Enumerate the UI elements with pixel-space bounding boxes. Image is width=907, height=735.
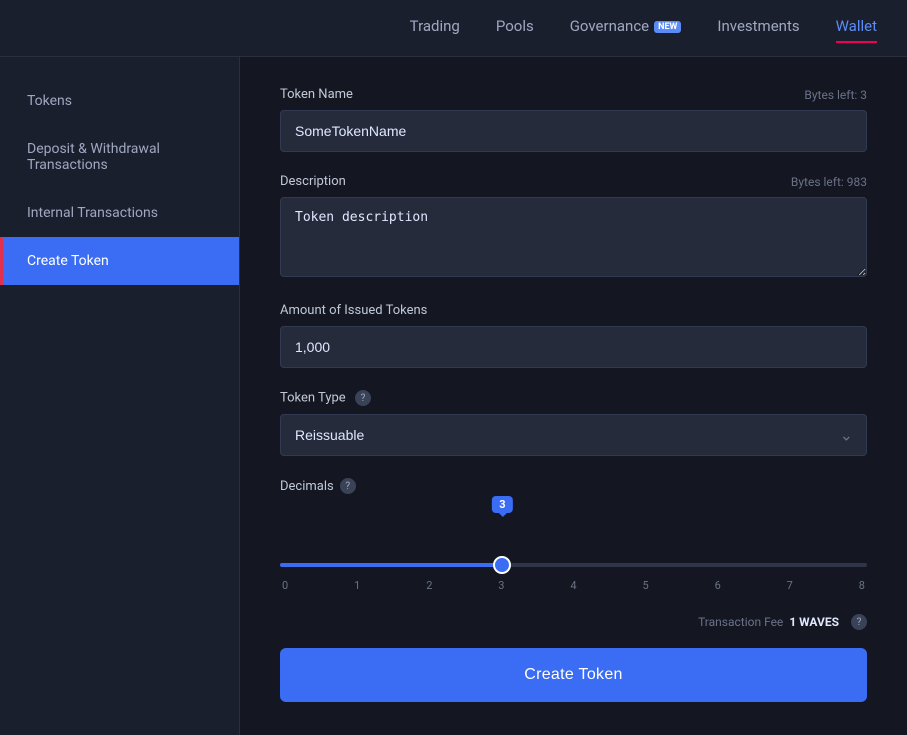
fee-label: Transaction Fee: [698, 615, 783, 629]
tick-1: 1: [354, 579, 360, 592]
token-name-bytes: Bytes left: 3: [804, 88, 867, 102]
nav-trading[interactable]: Trading: [410, 17, 460, 39]
decimals-label-row: Decimals ?: [280, 478, 867, 494]
sidebar-deposit-label: Deposit & WithdrawalTransactions: [27, 141, 160, 173]
slider-wrapper: 3: [280, 524, 867, 571]
token-type-header: Token Type ?: [280, 390, 867, 406]
tick-6: 6: [715, 579, 721, 592]
description-bytes: Bytes left: 983: [791, 175, 867, 189]
create-token-button[interactable]: Create Token: [280, 648, 867, 702]
sidebar: Tokens Deposit & WithdrawalTransactions …: [0, 57, 240, 735]
amount-group: Amount of Issued Tokens: [280, 303, 867, 368]
slider-value-bubble: 3: [492, 496, 512, 513]
decimals-group: Decimals ? 3 0 1 2 3 4 5 6 7: [280, 478, 867, 592]
sidebar-item-deposit-withdrawal[interactable]: Deposit & WithdrawalTransactions: [0, 125, 239, 189]
amount-input[interactable]: [280, 326, 867, 368]
nav-investments[interactable]: Investments: [717, 17, 799, 39]
tick-7: 7: [787, 579, 793, 592]
description-input[interactable]: Token description: [280, 197, 867, 277]
tick-3: 3: [498, 579, 504, 592]
sidebar-item-tokens[interactable]: Tokens: [0, 77, 239, 125]
tick-2: 2: [426, 579, 432, 592]
token-name-header: Token Name Bytes left: 3: [280, 87, 867, 102]
token-type-group: Token Type ? Reissuable Non-reissuable ⌄: [280, 390, 867, 456]
decimals-slider[interactable]: [280, 563, 867, 567]
description-group: Description Bytes left: 983 Token descri…: [280, 174, 867, 281]
sidebar-item-internal-transactions[interactable]: Internal Transactions: [0, 189, 239, 237]
nav-governance-label: Governance: [570, 17, 649, 35]
fee-amount: 1 WAVES: [789, 615, 839, 629]
tick-8: 8: [859, 579, 865, 592]
sidebar-item-create-token[interactable]: Create Token: [0, 237, 239, 285]
fee-row: Transaction Fee 1 WAVES ?: [280, 614, 867, 630]
fee-help-icon[interactable]: ?: [851, 614, 867, 630]
decimals-help-icon[interactable]: ?: [340, 478, 356, 494]
description-header: Description Bytes left: 983: [280, 174, 867, 189]
token-name-input[interactable]: [280, 110, 867, 152]
token-type-select-wrapper: Reissuable Non-reissuable ⌄: [280, 414, 867, 456]
nav-wallet[interactable]: Wallet: [836, 17, 877, 39]
token-type-select[interactable]: Reissuable Non-reissuable: [280, 414, 867, 456]
description-label: Description: [280, 174, 346, 189]
top-navigation: Trading Pools GovernanceNEW Investments …: [0, 0, 907, 57]
main-content: Token Name Bytes left: 3 Description Byt…: [240, 57, 907, 735]
tick-4: 4: [570, 579, 576, 592]
nav-items: Trading Pools GovernanceNEW Investments …: [410, 17, 877, 39]
decimals-label: Decimals: [280, 479, 334, 494]
nav-pools[interactable]: Pools: [496, 17, 534, 39]
nav-governance[interactable]: Governance NEW: [570, 17, 682, 39]
amount-label: Amount of Issued Tokens: [280, 303, 427, 318]
token-type-label: Token Type ?: [280, 390, 371, 406]
tick-0: 0: [282, 579, 288, 592]
governance-badge: NEW: [654, 21, 681, 33]
slider-ticks: 0 1 2 3 4 5 6 7 8: [280, 579, 867, 592]
token-name-label: Token Name: [280, 87, 353, 102]
token-type-help-icon[interactable]: ?: [355, 390, 371, 406]
token-name-group: Token Name Bytes left: 3: [280, 87, 867, 152]
tick-5: 5: [642, 579, 648, 592]
app-layout: Tokens Deposit & WithdrawalTransactions …: [0, 57, 907, 735]
amount-header: Amount of Issued Tokens: [280, 303, 867, 318]
